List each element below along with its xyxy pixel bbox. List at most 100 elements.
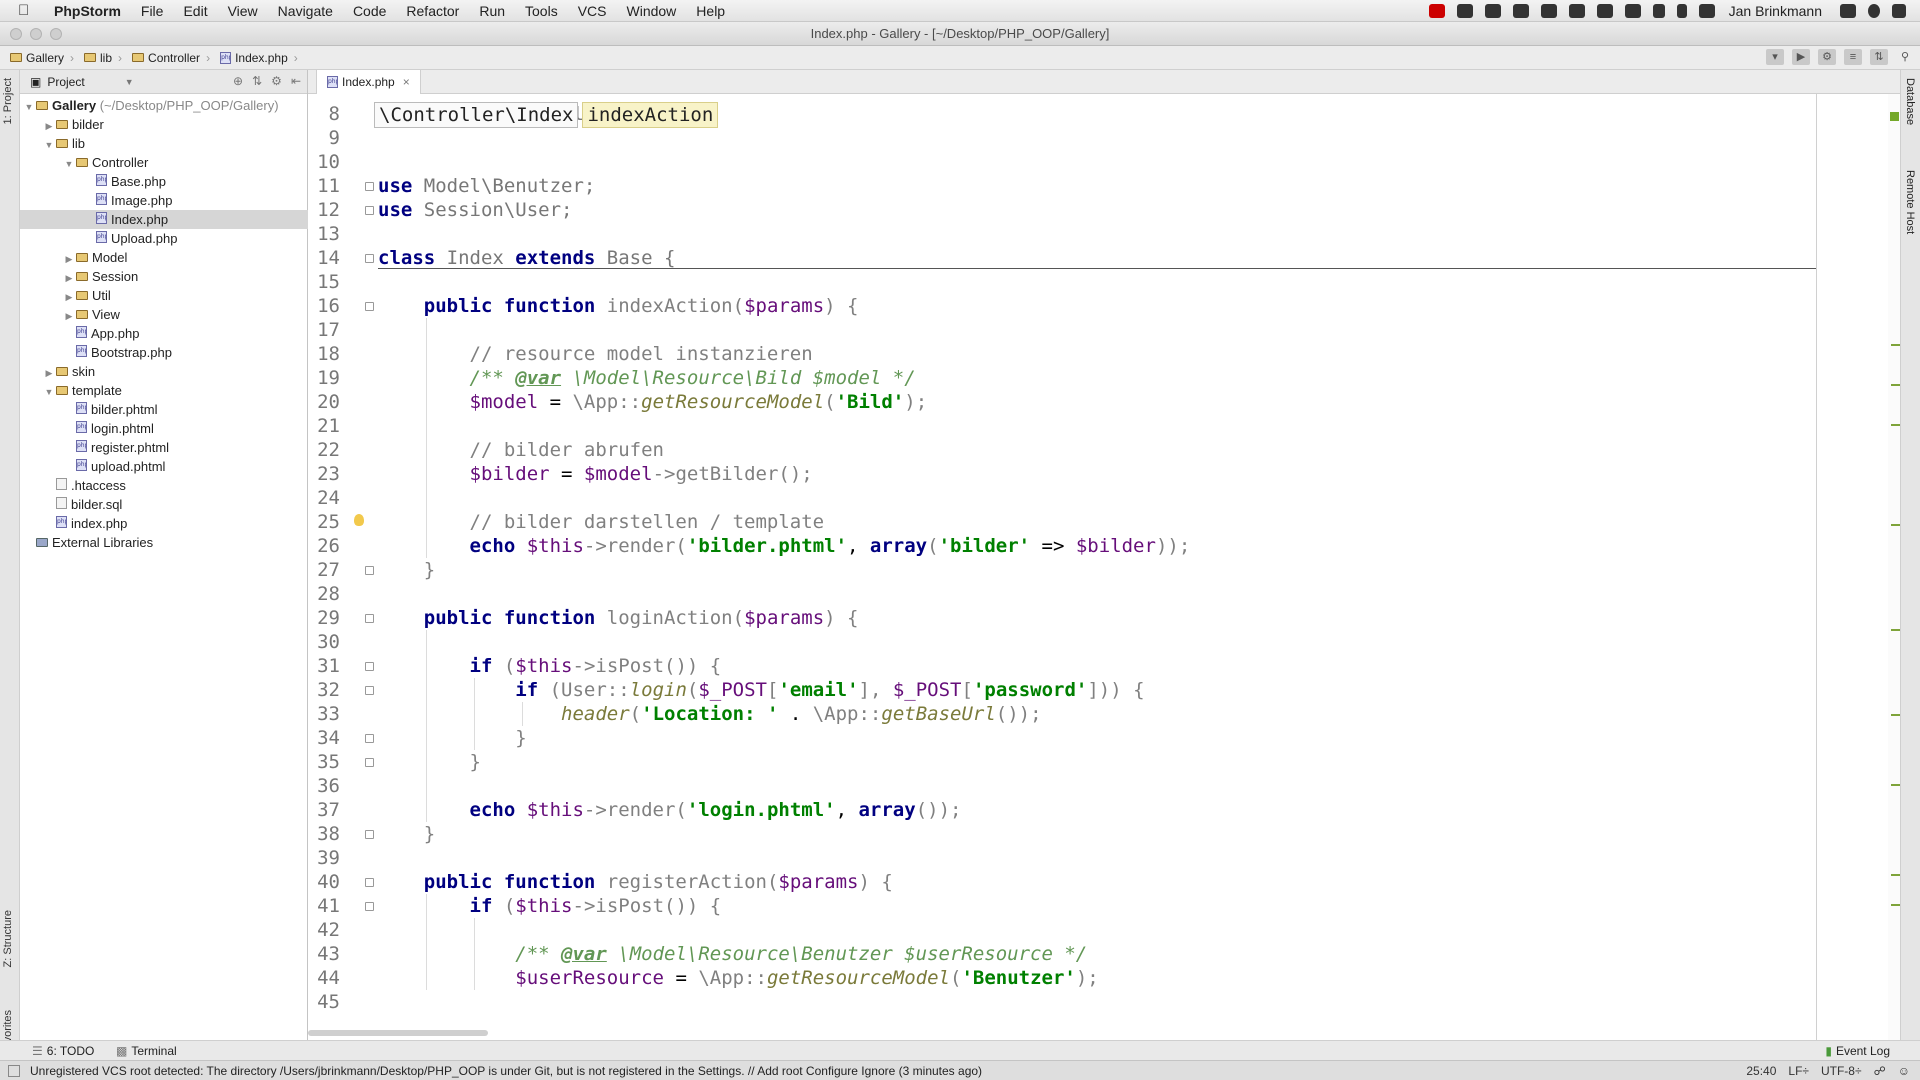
- menu-code[interactable]: Code: [353, 3, 386, 19]
- tree-item[interactable]: php upload.phtml: [20, 457, 308, 476]
- tree-item[interactable]: ▼ template: [20, 381, 308, 400]
- fold-marker-icon[interactable]: [365, 302, 374, 311]
- code-line[interactable]: }: [378, 822, 435, 846]
- debug-icon[interactable]: ⚙: [1818, 49, 1836, 65]
- error-stripe-mark[interactable]: [1891, 344, 1900, 346]
- tree-item[interactable]: php Index.php: [20, 210, 308, 229]
- fold-marker-icon[interactable]: [365, 206, 374, 215]
- project-view-selector[interactable]: Project: [47, 75, 84, 89]
- menu-edit[interactable]: Edit: [183, 3, 207, 19]
- tree-item[interactable]: ▼ lib: [20, 134, 308, 153]
- code-line[interactable]: header('Location: ' . \App::getBaseUrl()…: [378, 702, 1042, 726]
- horizontal-scrollbar[interactable]: [308, 1030, 488, 1036]
- record-icon[interactable]: [1428, 4, 1445, 18]
- notification-center-icon[interactable]: [1892, 4, 1906, 18]
- tree-item[interactable]: bilder.sql: [20, 495, 308, 514]
- tree-item[interactable]: ▶ View: [20, 305, 308, 324]
- info-icon[interactable]: [1596, 4, 1613, 18]
- project-tool-tab[interactable]: 1: Project: [2, 78, 14, 124]
- inspector-icon[interactable]: ☺: [1898, 1064, 1910, 1078]
- line-separator[interactable]: LF÷: [1788, 1064, 1809, 1078]
- error-stripe-mark[interactable]: [1891, 384, 1900, 386]
- code-line[interactable]: }: [378, 558, 435, 582]
- code-line[interactable]: public function loginAction($params) {: [378, 606, 859, 630]
- code-line[interactable]: /** @var \Model\Resource\Bild $model */: [378, 366, 916, 390]
- tree-item[interactable]: ▶ skin: [20, 362, 308, 381]
- run-config-dropdown[interactable]: ▾: [1766, 49, 1784, 65]
- volume-icon[interactable]: [1652, 4, 1665, 18]
- code-line[interactable]: class Index extends Base {: [378, 246, 675, 270]
- dropbox-icon[interactable]: [1456, 4, 1473, 18]
- menu-refactor[interactable]: Refactor: [406, 3, 459, 19]
- spotlight-icon[interactable]: [1868, 4, 1880, 18]
- code-line[interactable]: public function registerAction($params) …: [378, 870, 893, 894]
- cloud-icon[interactable]: [1512, 4, 1529, 18]
- tree-item[interactable]: php Bootstrap.php: [20, 343, 308, 362]
- structure-tool-tab[interactable]: Z: Structure: [2, 910, 14, 967]
- menu-window[interactable]: Window: [627, 3, 677, 19]
- code-line[interactable]: echo $this->render('bilder.phtml', array…: [378, 534, 1191, 558]
- user-name[interactable]: Jan Brinkmann: [1729, 3, 1822, 19]
- error-stripe-mark[interactable]: [1891, 784, 1900, 786]
- breadcrumb-item[interactable]: lib ›: [84, 51, 122, 65]
- close-tab-icon[interactable]: ×: [403, 75, 410, 89]
- code-line[interactable]: }: [378, 726, 526, 750]
- fold-marker-icon[interactable]: [365, 566, 374, 575]
- code-line[interactable]: $bilder = $model->getBilder();: [378, 462, 813, 486]
- tree-item[interactable]: php Image.php: [20, 191, 308, 210]
- caret-position[interactable]: 25:40: [1746, 1064, 1776, 1078]
- breadcrumb-item[interactable]: phpIndex.php ›: [220, 51, 298, 65]
- code-line[interactable]: public function indexAction($params) {: [378, 294, 859, 318]
- tree-item[interactable]: php login.phtml: [20, 419, 308, 438]
- tree-item[interactable]: ▶ Session: [20, 267, 308, 286]
- terminal-tool-tab[interactable]: ▩ Terminal: [116, 1044, 177, 1058]
- tree-root[interactable]: ▼ Gallery (~/Desktop/PHP_OOP/Gallery): [20, 96, 308, 115]
- app-menu[interactable]: PhpStorm: [54, 3, 121, 19]
- remote-host-tool-tab[interactable]: Remote Host: [1904, 170, 1916, 234]
- tree-item[interactable]: ▶ bilder: [20, 115, 308, 134]
- code-breadcrumb-item[interactable]: \Controller\Index: [374, 102, 579, 128]
- code-line[interactable]: if (User::login($_POST['email'], $_POST[…: [378, 678, 1144, 702]
- tree-item[interactable]: php bilder.phtml: [20, 400, 308, 419]
- code-breadcrumb-item[interactable]: indexAction: [582, 102, 719, 128]
- display-icon[interactable]: [1624, 4, 1641, 18]
- fold-marker-icon[interactable]: [365, 878, 374, 887]
- menu-tools[interactable]: Tools: [525, 3, 558, 19]
- code-line[interactable]: // bilder abrufen: [378, 438, 664, 462]
- menu-view[interactable]: View: [228, 3, 258, 19]
- code-line[interactable]: use Session\User;: [378, 198, 572, 222]
- menu-vcs[interactable]: VCS: [578, 3, 607, 19]
- breadcrumb-item[interactable]: Gallery ›: [10, 51, 74, 65]
- fold-marker-icon[interactable]: [365, 734, 374, 743]
- lightbulb-icon[interactable]: [354, 514, 364, 526]
- error-stripe-mark[interactable]: [1891, 524, 1900, 526]
- tree-item[interactable]: .htaccess: [20, 476, 308, 495]
- tree-item[interactable]: php Upload.php: [20, 229, 308, 248]
- code-line[interactable]: }: [378, 750, 481, 774]
- locate-icon[interactable]: ⊕: [233, 74, 243, 88]
- inspection-status-icon[interactable]: [1890, 112, 1899, 121]
- tree-item[interactable]: php Base.php: [20, 172, 308, 191]
- sync-icon[interactable]: [1484, 4, 1501, 18]
- tree-item[interactable]: ▶ Util: [20, 286, 308, 305]
- chevron-down-icon[interactable]: ▼: [125, 77, 134, 87]
- tree-item[interactable]: php register.phtml: [20, 438, 308, 457]
- code-line[interactable]: use Model\Benutzer;: [378, 174, 595, 198]
- code-line[interactable]: echo $this->render('login.phtml', array(…: [378, 798, 962, 822]
- bluetooth-icon[interactable]: [1676, 4, 1687, 18]
- lock-icon[interactable]: [1840, 4, 1856, 18]
- tree-item[interactable]: php index.php: [20, 514, 308, 533]
- run-icon[interactable]: ▶: [1792, 49, 1810, 65]
- tree-item[interactable]: ▼ Controller: [20, 153, 308, 172]
- todo-tool-tab[interactable]: ☰ 6: TODO: [32, 1044, 94, 1058]
- collapse-all-icon[interactable]: ⇅: [252, 74, 262, 88]
- error-stripe-mark[interactable]: [1891, 629, 1900, 631]
- error-stripe-mark[interactable]: [1891, 874, 1900, 876]
- error-stripe-mark[interactable]: [1891, 904, 1900, 906]
- error-stripe-mark[interactable]: [1891, 424, 1900, 426]
- editor-gutter[interactable]: 8 9 10 11 12 13 14 15 16 17 18 19 20 21 22 23 24 25 26 27 28…: [308, 94, 374, 1040]
- toggle-tool-windows-icon[interactable]: [8, 1065, 20, 1077]
- event-log-tool-tab[interactable]: ▮ Event Log: [1825, 1044, 1890, 1058]
- readonly-lock-icon[interactable]: ☍: [1874, 1064, 1886, 1078]
- code-editor[interactable]: 8 9 10 11 12 13 14 15 16 17 18 19 20 21 22 23 24 25 26 27 28…: [308, 94, 1900, 1040]
